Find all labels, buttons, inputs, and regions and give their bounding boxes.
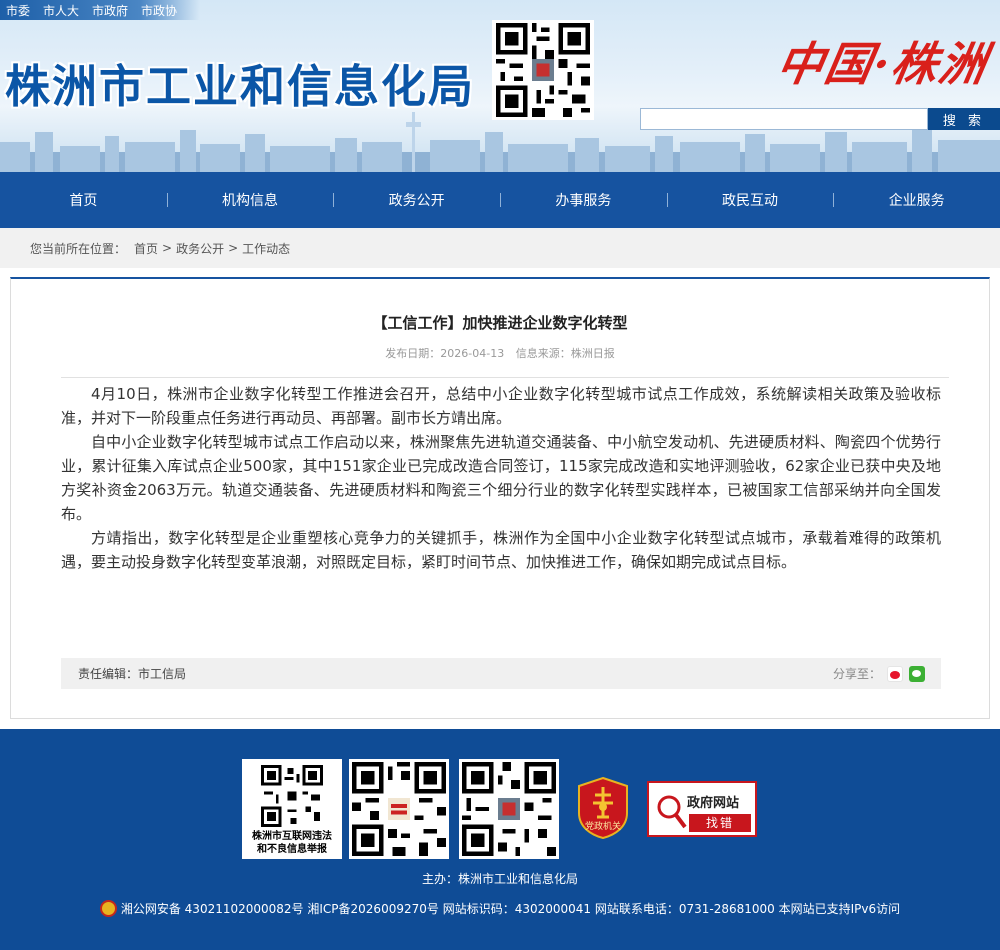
gov-find-label-bottom: 找错 <box>689 814 751 832</box>
report-qr-label-line: 株洲市互联网违法 <box>252 831 332 842</box>
nav-item-organization[interactable]: 机构信息 <box>166 190 334 210</box>
article-paragraph: 方靖指出，数字化转型是企业重塑核心竞争力的关键抓手，株洲作为全国中小企业数字化转… <box>61 529 941 571</box>
top-link-congress[interactable]: 市人大 <box>43 2 79 19</box>
footer-host: 主办：株洲市工业和信息化局 <box>421 872 578 886</box>
weibo-share-icon[interactable] <box>887 665 903 682</box>
site-title[interactable]: 株洲市工业和信息化局 <box>5 50 475 115</box>
breadcrumb-work-news[interactable]: 工作动态 <box>242 240 290 257</box>
china-zhuzhou-slogan: 中国·株洲 <box>772 37 993 91</box>
nav-item-services[interactable]: 办事服务 <box>500 190 667 210</box>
nav-item-home[interactable]: 首页 <box>0 190 167 210</box>
top-link-cppcc[interactable]: 市政协 <box>141 2 177 19</box>
article-body: 4月10日，株洲市企业数字化转型工作推进会召开，总结中小企业数字化转型城市试点工… <box>61 382 941 574</box>
nav-item-enterprise[interactable]: 企业服务 <box>833 190 1000 210</box>
wechat-qr-code <box>462 762 556 856</box>
top-link-party[interactable]: 市委 <box>6 2 30 19</box>
breadcrumb: 您当前所在位置： 首页 > 政务公开 > 工作动态 <box>0 228 1000 268</box>
main-nav: 首页 机构信息 政务公开 办事服务 政民互动 企业服务 <box>0 172 1000 228</box>
miniapp-qr-box <box>349 759 449 859</box>
breadcrumb-gov-affairs[interactable]: 政务公开 <box>176 240 224 257</box>
breadcrumb-home[interactable]: 首页 <box>134 240 158 257</box>
miniapp-qr-code <box>352 762 446 856</box>
top-link-government[interactable]: 市政府 <box>92 2 128 19</box>
report-qr-code <box>261 765 323 827</box>
magnifier-icon <box>657 795 687 829</box>
gov-site-find-error-button[interactable]: 政府网站 找错 <box>647 781 757 837</box>
top-links: 市委 市人大 市政府 市政协 <box>0 0 200 20</box>
gov-find-label-top: 政府网站 <box>687 796 740 811</box>
footer-record-text[interactable]: 湘公网安备 43021102000082号 湘ICP备2026009270号 网… <box>121 900 900 917</box>
site-footer: 株洲市互联网违法 和不良信息举报 党政机关 政府网站 找错 主办：株洲市工业和信… <box>0 729 1000 950</box>
breadcrumb-separator: > <box>228 241 239 255</box>
breadcrumb-separator: > <box>162 241 173 255</box>
article-footer-bar: 责任编辑：市工信局 分享至： <box>61 658 941 689</box>
divider <box>61 377 949 378</box>
report-qr-box[interactable]: 株洲市互联网违法 和不良信息举报 <box>242 759 342 859</box>
article-meta: 发布日期：2026-04-13 信息来源：株洲日报 <box>11 345 989 361</box>
footer-record: 湘公网安备 43021102000082号 湘ICP备2026009270号 网… <box>0 900 1000 917</box>
report-qr-label: 株洲市互联网违法 和不良信息举报 <box>242 830 342 856</box>
wechat-qr-box <box>459 759 559 859</box>
nav-item-interaction[interactable]: 政民互动 <box>666 190 834 210</box>
police-emblem-icon <box>99 900 117 917</box>
article-paragraph: 自中小企业数字化转型城市试点工作启动以来，株洲聚焦先进轨道交通装备、中小航空发动… <box>61 433 941 523</box>
article-title: 【工信工作】加快推进企业数字化转型 <box>372 314 628 332</box>
wechat-qr-code <box>492 20 594 120</box>
share-bar: 分享至： <box>833 665 925 682</box>
share-label: 分享至： <box>832 667 881 681</box>
article-date: 发布日期：2026-04-13 <box>385 347 505 360</box>
party-badge-label: 党政机关 <box>584 822 621 832</box>
search-button[interactable]: 搜 索 <box>928 108 1000 130</box>
wechat-share-icon[interactable] <box>909 665 925 682</box>
breadcrumb-prefix: 您当前所在位置： <box>30 241 127 256</box>
article-paragraph: 4月10日，株洲市企业数字化转型工作推进会召开，总结中小企业数字化转型城市试点工… <box>61 385 941 427</box>
article-source: 信息来源：株洲日报 <box>515 347 615 360</box>
nav-item-gov-affairs[interactable]: 政务公开 <box>333 190 500 210</box>
site-header: 市委 市人大 市政府 市政协 株洲市工业和信息化局 中国·株洲 搜 索 <box>0 0 1000 172</box>
report-qr-label-line: 和不良信息举报 <box>257 844 327 855</box>
search-input[interactable] <box>640 108 928 130</box>
article-panel: 【工信工作】加快推进企业数字化转型 发布日期：2026-04-13 信息来源：株… <box>10 277 990 719</box>
article-editor: 责任编辑：市工信局 <box>78 667 187 681</box>
party-gov-badge[interactable]: 党政机关 <box>577 776 629 840</box>
